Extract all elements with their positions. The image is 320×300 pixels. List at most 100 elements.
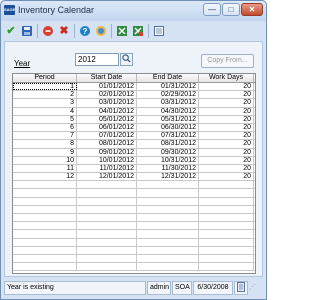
- empty-cell[interactable]: [137, 263, 199, 271]
- empty-table-row[interactable]: [13, 214, 255, 223]
- period-cell[interactable]: 7: [13, 132, 77, 140]
- table-row[interactable]: 4 04/01/2012 04/30/2012 20: [13, 107, 255, 116]
- table-row[interactable]: 5 05/01/2012 05/31/2012 20: [13, 115, 255, 124]
- empty-cell[interactable]: [77, 246, 137, 254]
- start-date-cell[interactable]: 01/01/2012: [77, 83, 137, 91]
- table-row[interactable]: 8 08/01/2012 08/31/2012 20: [13, 140, 255, 149]
- empty-cell[interactable]: [199, 214, 254, 222]
- empty-cell[interactable]: [77, 230, 137, 238]
- period-cell[interactable]: 9: [13, 148, 77, 156]
- empty-cell[interactable]: [13, 238, 77, 246]
- cancel-icon[interactable]: ✖: [57, 24, 71, 38]
- empty-cell[interactable]: [13, 181, 77, 189]
- empty-cell[interactable]: [77, 197, 137, 205]
- empty-cell[interactable]: [77, 222, 137, 230]
- table-row[interactable]: 3 03/01/2012 03/31/2012 20: [13, 99, 255, 108]
- empty-cell[interactable]: [13, 230, 77, 238]
- empty-table-row[interactable]: [13, 230, 255, 239]
- start-date-cell[interactable]: 10/01/2012: [77, 156, 137, 164]
- export-icon[interactable]: [115, 24, 129, 38]
- empty-table-row[interactable]: [13, 181, 255, 190]
- empty-cell[interactable]: [13, 263, 77, 271]
- help-icon[interactable]: ?: [78, 24, 92, 38]
- period-cell[interactable]: 3: [13, 99, 77, 107]
- end-date-cell[interactable]: 09/30/2012: [137, 148, 199, 156]
- title-bar[interactable]: SAGE Inventory Calendar — □ ✕: [1, 1, 266, 21]
- start-date-cell[interactable]: 09/01/2012: [77, 148, 137, 156]
- end-date-cell[interactable]: 02/29/2012: [137, 91, 199, 99]
- empty-cell[interactable]: [77, 214, 137, 222]
- start-date-cell[interactable]: 05/01/2012: [77, 115, 137, 123]
- empty-cell[interactable]: [137, 254, 199, 263]
- work-days-cell[interactable]: 20: [199, 173, 254, 181]
- empty-cell[interactable]: [13, 189, 77, 197]
- empty-cell[interactable]: [13, 222, 77, 230]
- year-field[interactable]: 2012: [75, 53, 119, 66]
- empty-cell[interactable]: [13, 197, 77, 205]
- table-row[interactable]: 11 11/01/2012 11/30/2012 20: [13, 164, 255, 174]
- start-date-cell[interactable]: 12/01/2012: [77, 173, 137, 181]
- empty-table-row[interactable]: [13, 205, 255, 214]
- empty-cell[interactable]: [199, 246, 254, 254]
- minimize-button[interactable]: —: [203, 3, 221, 16]
- empty-cell[interactable]: [77, 181, 137, 189]
- empty-cell[interactable]: [137, 214, 199, 222]
- period-cell[interactable]: 10: [13, 156, 77, 164]
- empty-table-row[interactable]: [13, 246, 255, 255]
- empty-cell[interactable]: [199, 205, 254, 213]
- work-days-cell[interactable]: 20: [199, 91, 254, 99]
- end-date-cell[interactable]: 08/31/2012: [137, 140, 199, 148]
- period-cell[interactable]: 12: [13, 173, 77, 181]
- status-calculator-icon[interactable]: [234, 281, 248, 295]
- empty-cell[interactable]: [137, 246, 199, 254]
- empty-cell[interactable]: [13, 246, 77, 254]
- table-row[interactable]: 12 12/01/2012 12/31/2012 20: [13, 173, 255, 182]
- empty-cell[interactable]: [77, 254, 137, 263]
- table-row[interactable]: 9 09/01/2012 09/30/2012 20: [13, 148, 255, 157]
- table-row[interactable]: 10 10/01/2012 10/31/2012 20: [13, 156, 255, 165]
- column-header-period[interactable]: Period: [13, 74, 77, 82]
- empty-table-row[interactable]: [13, 254, 255, 264]
- empty-cell[interactable]: [137, 238, 199, 246]
- work-days-cell[interactable]: 20: [199, 107, 254, 115]
- start-date-cell[interactable]: 03/01/2012: [77, 99, 137, 107]
- empty-table-row[interactable]: [13, 222, 255, 231]
- end-date-cell[interactable]: 12/31/2012: [137, 173, 199, 181]
- work-days-cell[interactable]: 20: [199, 132, 254, 140]
- empty-cell[interactable]: [199, 254, 254, 263]
- start-date-cell[interactable]: 07/01/2012: [77, 132, 137, 140]
- empty-cell[interactable]: [137, 230, 199, 238]
- empty-cell[interactable]: [77, 205, 137, 213]
- empty-cell[interactable]: [137, 222, 199, 230]
- start-date-cell[interactable]: 04/01/2012: [77, 107, 137, 115]
- empty-cell[interactable]: [137, 205, 199, 213]
- empty-table-row[interactable]: [13, 197, 255, 206]
- empty-cell[interactable]: [199, 189, 254, 197]
- period-cell[interactable]: 5: [13, 115, 77, 123]
- end-date-cell[interactable]: 04/30/2012: [137, 107, 199, 115]
- period-cell[interactable]: 1: [13, 83, 77, 91]
- end-date-cell[interactable]: 07/31/2012: [137, 132, 199, 140]
- copy-from-button[interactable]: Copy From...: [201, 54, 254, 68]
- work-days-cell[interactable]: 20: [199, 123, 254, 132]
- table-row[interactable]: 7 07/01/2012 07/31/2012 20: [13, 132, 255, 141]
- work-days-cell[interactable]: 20: [199, 164, 254, 173]
- start-date-cell[interactable]: 08/01/2012: [77, 140, 137, 148]
- period-cell[interactable]: 6: [13, 123, 77, 132]
- empty-cell[interactable]: [199, 230, 254, 238]
- year-lookup-button[interactable]: [120, 53, 133, 66]
- close-button[interactable]: ✕: [241, 3, 263, 16]
- column-header-start-date[interactable]: Start Date: [77, 74, 137, 82]
- accept-icon[interactable]: ✔: [4, 24, 18, 38]
- column-header-end-date[interactable]: End Date: [137, 74, 199, 82]
- end-date-cell[interactable]: 11/30/2012: [137, 164, 199, 173]
- empty-cell[interactable]: [199, 263, 254, 271]
- start-date-cell[interactable]: 06/01/2012: [77, 123, 137, 132]
- empty-cell[interactable]: [137, 197, 199, 205]
- work-days-cell[interactable]: 20: [199, 148, 254, 156]
- empty-cell[interactable]: [13, 214, 77, 222]
- empty-cell[interactable]: [199, 238, 254, 246]
- work-days-cell[interactable]: 20: [199, 83, 254, 91]
- empty-cell[interactable]: [13, 205, 77, 213]
- period-cell[interactable]: 11: [13, 164, 77, 173]
